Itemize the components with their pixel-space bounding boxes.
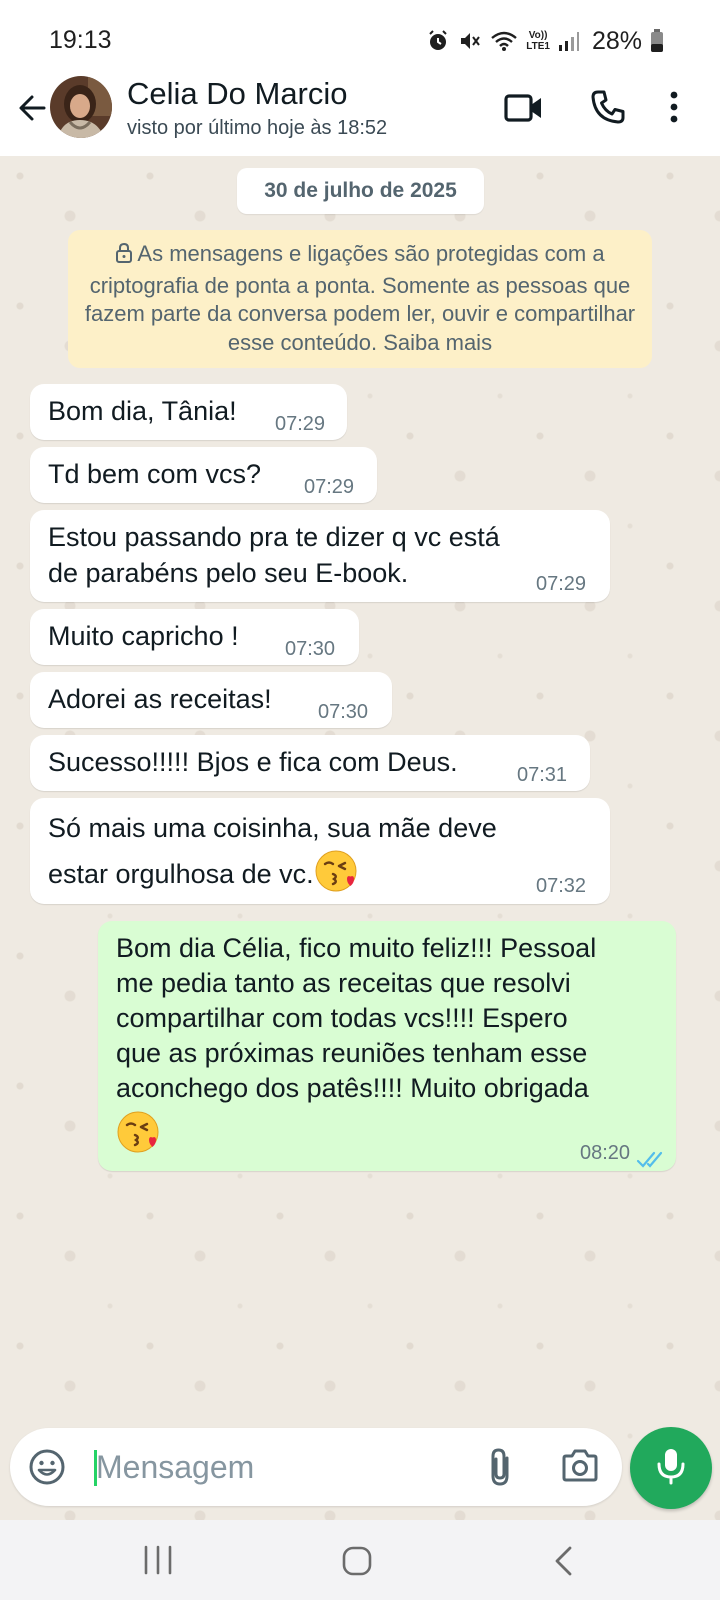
message-bubble-incoming[interactable]: Bom dia, Tânia! 07:29 [30, 384, 347, 440]
message-line [116, 1106, 596, 1154]
message-time: 07:29 [536, 573, 587, 595]
date-separator: 30 de julho de 2025 [237, 168, 484, 214]
message-text: Só mais uma coisinha, sua mãe deve estar… [48, 807, 497, 895]
chat-header: Celia Do Marcio visto por último hoje às… [0, 74, 720, 156]
more-vert-icon[interactable] [662, 86, 686, 128]
home-icon[interactable] [340, 1544, 374, 1578]
message-bubble-incoming[interactable]: Muito capricho ! 07:30 [30, 609, 359, 665]
battery-icon [650, 29, 664, 53]
message-bubble-outgoing[interactable]: Bom dia Célia, fico muito feliz!!! Pesso… [98, 921, 676, 1171]
encryption-notice[interactable]: As mensagens e ligações são protegidas c… [68, 230, 652, 368]
message-text: Sucesso!!!!! Bjos e fica com Deus. [48, 747, 458, 777]
camera-icon[interactable] [560, 1448, 600, 1486]
nav-back-icon[interactable] [548, 1544, 578, 1578]
message-bubble-incoming[interactable]: Adorei as receitas! 07:30 [30, 672, 392, 728]
message-time: 07:31 [517, 764, 568, 786]
message-text: Muito capricho ! [48, 621, 239, 651]
message-text: Estou passando pra te dizer q vc está de… [48, 519, 500, 591]
wifi-icon [490, 29, 518, 53]
contact-name[interactable]: Celia Do Marcio [127, 76, 348, 112]
lte-label: LTE1 [526, 41, 550, 52]
message-line: aconchego dos patês!!!! Muito obrigada [116, 1073, 589, 1103]
microphone-icon [656, 1446, 686, 1491]
volte-lte-icon: Vo)) LTE1 [526, 30, 550, 52]
message-text: Td bem com vcs? [48, 459, 262, 489]
avatar[interactable] [50, 76, 112, 138]
message-line: estar orgulhosa de vc. [48, 849, 497, 895]
volte-label: Vo)) [528, 30, 548, 41]
video-call-icon[interactable] [502, 88, 546, 128]
message-line: de parabéns pelo seu E-book. [48, 558, 409, 588]
back-arrow-icon[interactable] [12, 88, 52, 128]
message-bubble-incoming[interactable]: Estou passando pra te dizer q vc está de… [30, 510, 610, 602]
chat-area[interactable]: 30 de julho de 2025 As mensagens e ligaç… [0, 156, 720, 1520]
message-line-text: estar orgulhosa de vc. [48, 859, 314, 889]
message-time: 07:29 [304, 476, 355, 498]
message-text: Bom dia Célia, fico muito feliz!!! Pesso… [116, 931, 596, 1154]
message-time: 07:30 [318, 701, 369, 723]
microphone-button[interactable] [630, 1427, 712, 1509]
message-line: Estou passando pra te dizer q vc está [48, 522, 500, 552]
message-line: compartilhar com todas vcs!!!! Espero [116, 1003, 568, 1033]
message-time: 07:32 [536, 875, 587, 897]
status-time: 19:13 [49, 26, 112, 54]
lock-icon [115, 242, 133, 272]
kiss-emoji-icon [314, 849, 358, 893]
message-time: 07:29 [275, 413, 326, 435]
message-line: Bom dia Célia, fico muito feliz!!! Pesso… [116, 933, 597, 963]
message-text: Adorei as receitas! [48, 684, 272, 714]
recent-apps-icon[interactable] [142, 1544, 174, 1576]
battery-percent: 28% [591, 26, 642, 55]
message-line: que as próximas reuniões tenham esse [116, 1038, 588, 1068]
alarm-icon [426, 29, 450, 53]
message-time: 07:30 [285, 638, 336, 660]
message-line: me pedia tanto as receitas que resolvi [116, 968, 571, 998]
status-icons: Vo)) LTE1 28% [426, 24, 664, 58]
message-bubble-incoming[interactable]: Td bem com vcs? 07:29 [30, 447, 377, 503]
status-bar: 19:13 Vo)) LTE1 28% [0, 0, 720, 80]
last-seen-status: visto por último hoje às 18:52 [127, 117, 388, 139]
message-time: 08:20 [580, 1142, 631, 1164]
message-bubble-incoming[interactable]: Só mais uma coisinha, sua mãe deve estar… [30, 798, 610, 904]
encryption-notice-text: As mensagens e ligações são protegidas c… [84, 241, 636, 355]
message-bubble-incoming[interactable]: Sucesso!!!!! Bjos e fica com Deus. 07:31 [30, 735, 590, 791]
kiss-emoji-icon [116, 1110, 160, 1154]
message-line: Só mais uma coisinha, sua mãe deve [48, 813, 497, 843]
signal-icon [558, 30, 580, 52]
mute-icon [458, 29, 482, 53]
read-receipt-icon [636, 1143, 666, 1179]
message-input[interactable] [96, 1442, 466, 1492]
system-nav-bar [0, 1520, 720, 1600]
emoji-picker-icon[interactable] [28, 1448, 66, 1486]
phone-icon[interactable] [588, 86, 628, 128]
message-text: Bom dia, Tânia! [48, 396, 237, 426]
paperclip-icon[interactable] [484, 1446, 518, 1488]
message-composer [10, 1428, 622, 1506]
